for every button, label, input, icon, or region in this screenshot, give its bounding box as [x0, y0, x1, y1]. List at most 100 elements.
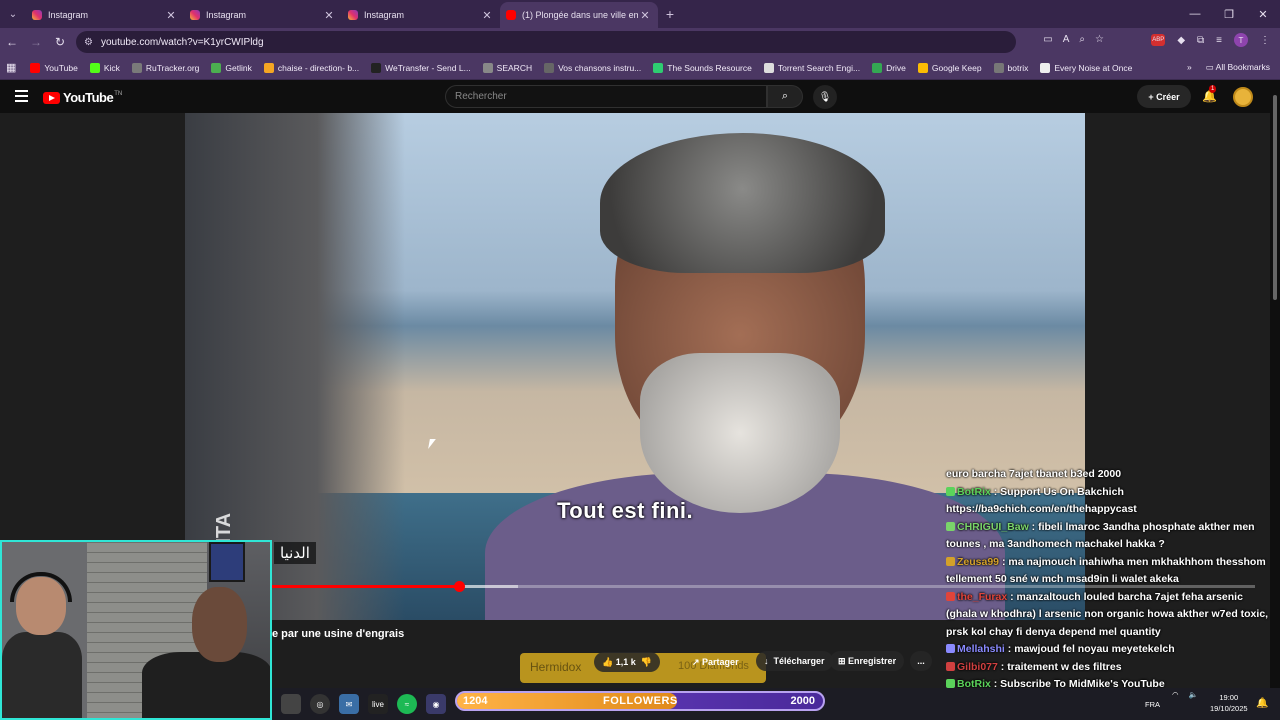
- tab-strip: ⌄ Instagram ✕ Instagram ✕ Instagram ✕ (1) Plon…: [0, 0, 1280, 28]
- bookmark-list: YouTube Kick RuTracker.org Getlink chaise - …: [30, 62, 1144, 73]
- more-actions-button[interactable]: ...: [910, 651, 932, 671]
- chat-badge-icon: [946, 556, 955, 566]
- taskbar-app-icon[interactable]: [281, 694, 301, 714]
- bookmark-item[interactable]: RuTracker.org: [131, 62, 199, 73]
- chat-message: Mellahshi : mawjoud fel noyau meyetekelc…: [946, 641, 1276, 659]
- bookmark-item[interactable]: Kick: [89, 62, 120, 73]
- share-button[interactable]: ↗ Partager: [684, 652, 747, 672]
- browser-tab[interactable]: Instagram ✕: [184, 2, 342, 28]
- adblock-icon[interactable]: ABP: [1151, 34, 1166, 46]
- search-icon[interactable]: ⌕: [767, 85, 803, 108]
- system-clock[interactable]: 19:00 19/10/2025: [1210, 692, 1248, 714]
- bookmark-item[interactable]: Getlink: [211, 62, 252, 73]
- bookmark-item[interactable]: Google Keep: [917, 62, 982, 73]
- live-icon[interactable]: live: [368, 694, 388, 714]
- tab-title: Instagram: [48, 10, 89, 20]
- volume-icon[interactable]: 🔈: [1189, 690, 1198, 699]
- bookmark-star-icon[interactable]: ☆: [1095, 34, 1104, 45]
- chat-message: Zeusa99 : ma najmouch inahiwha men mkhak…: [946, 554, 1276, 589]
- chat-message: the_Furax : manzaltouch louled barcha 7a…: [946, 589, 1276, 642]
- translate-icon[interactable]: A: [1063, 34, 1070, 45]
- hamburger-menu-icon[interactable]: [15, 90, 28, 102]
- bookmark-item[interactable]: chaise - direction- b...: [263, 62, 360, 73]
- close-tab-icon[interactable]: ✕: [638, 9, 652, 22]
- menu-dots-icon[interactable]: ⋮: [1260, 35, 1270, 46]
- bookmark-label: The Sounds Resource: [667, 62, 752, 73]
- forward-icon[interactable]: →: [24, 35, 48, 49]
- search-input[interactable]: Rechercher: [445, 85, 767, 108]
- bookmark-item[interactable]: Every Noise at Once: [1040, 62, 1132, 73]
- restore-icon[interactable]: ❐: [1212, 0, 1246, 28]
- chat-text: euro barcha 7ajet tbanet b3ed 2000: [946, 468, 1122, 480]
- close-window-icon[interactable]: ✕: [1246, 0, 1280, 28]
- save-button[interactable]: ⊞ Enregistrer: [830, 651, 905, 671]
- bookmark-favicon-icon: [872, 62, 883, 73]
- mail-icon[interactable]: ✉: [339, 694, 359, 714]
- close-tab-icon[interactable]: ✕: [322, 9, 336, 22]
- site-info-icon[interactable]: ⚙: [84, 37, 93, 48]
- bookmark-label: WeTransfer - Send L...: [385, 62, 471, 73]
- video-subtitle: Tout est fini.: [557, 498, 694, 523]
- bookmark-item[interactable]: Torrent Search Engi...: [763, 62, 860, 73]
- followers-goal-bar: 1204 FOLLOWERS 2000: [455, 691, 825, 711]
- bookmarks-overflow-icon[interactable]: »: [1187, 62, 1192, 73]
- bookmark-item[interactable]: WeTransfer - Send L...: [371, 62, 471, 73]
- like-button[interactable]: 👍 1,1 k 👎: [594, 652, 660, 672]
- chat-username: BotRix: [957, 485, 991, 498]
- chat-username: Gilbi077: [957, 660, 998, 673]
- window-controls: — ❐ ✕: [1178, 0, 1280, 28]
- all-bookmarks-link[interactable]: ▭ All Bookmarks: [1206, 62, 1270, 73]
- bookmark-item[interactable]: YouTube: [30, 62, 78, 73]
- chat-username: CHRIGUI_Baw: [957, 520, 1029, 533]
- cast-icon[interactable]: ▭: [1043, 34, 1052, 45]
- avatar[interactable]: [1233, 87, 1253, 107]
- chrome-icon[interactable]: ◉: [426, 694, 446, 714]
- wifi-icon[interactable]: ◠: [1172, 690, 1179, 699]
- close-tab-icon[interactable]: ✕: [480, 9, 494, 22]
- bookmark-favicon-icon: [30, 62, 41, 73]
- apps-grid-icon[interactable]: ▦: [6, 61, 16, 74]
- minimize-icon[interactable]: —: [1178, 0, 1212, 28]
- dislike-icon[interactable]: 👎: [641, 657, 652, 668]
- webcam-overlay: [0, 540, 272, 720]
- video-title: e par une usine d'engrais: [272, 628, 405, 640]
- reload-icon[interactable]: ↻: [48, 35, 72, 49]
- notification-center-icon[interactable]: 🔔: [1256, 698, 1268, 709]
- bookmark-label: chaise - direction- b...: [277, 62, 360, 73]
- download-button[interactable]: ↓ Télécharger: [756, 651, 833, 671]
- tab-search-button[interactable]: ⌄: [0, 0, 26, 28]
- bookmark-item[interactable]: The Sounds Resource: [653, 62, 752, 73]
- browser-tab[interactable]: Instagram ✕: [26, 2, 184, 28]
- extensions-puzzle-icon[interactable]: ⧉: [1197, 35, 1204, 46]
- bookmark-item[interactable]: Drive: [872, 62, 906, 73]
- create-button[interactable]: + Créer: [1137, 85, 1191, 108]
- youtube-logo[interactable]: YouTube TN: [43, 90, 122, 105]
- scrollbar-thumb[interactable]: [1273, 95, 1277, 300]
- media-control-icon[interactable]: ≡: [1216, 35, 1222, 46]
- progress-scrubber[interactable]: [453, 581, 465, 592]
- zoom-icon[interactable]: ⌕: [1079, 34, 1085, 45]
- bookmark-item[interactable]: SEARCH: [482, 62, 532, 73]
- notifications-bell-icon[interactable]: 🔔 1: [1202, 85, 1217, 103]
- url-field[interactable]: ⚙ youtube.com/watch?v=K1yrCWIPldg: [76, 31, 1016, 53]
- address-bar: ← → ↻ ⚙ youtube.com/watch?v=K1yrCWIPldg …: [0, 28, 1280, 56]
- back-icon[interactable]: ←: [0, 35, 24, 49]
- bookmark-favicon-icon: [653, 62, 664, 73]
- new-tab-button[interactable]: +: [658, 6, 682, 22]
- bookmark-favicon-icon: [763, 62, 774, 73]
- microphone-icon[interactable]: 🎙: [813, 85, 837, 109]
- browser-tab[interactable]: (1) Plongée dans une ville emp ✕: [500, 2, 658, 28]
- discord-icon[interactable]: ◎: [310, 694, 330, 714]
- chat-text: : mawjoud fel noyau meyetekelch: [1004, 643, 1175, 655]
- extension-diamond-icon[interactable]: ◆: [1177, 35, 1185, 46]
- bookmark-item[interactable]: Vos chansons instru...: [544, 62, 641, 73]
- webcam-person-right-body: [142, 652, 270, 718]
- spotify-icon[interactable]: ≈: [397, 694, 417, 714]
- bookmark-label: Google Keep: [931, 62, 982, 73]
- browser-tab[interactable]: Instagram ✕: [342, 2, 500, 28]
- profile-icon[interactable]: T: [1234, 33, 1248, 47]
- bookmark-item[interactable]: botrix: [993, 62, 1028, 73]
- close-tab-icon[interactable]: ✕: [164, 9, 178, 22]
- language-indicator[interactable]: FRA: [1145, 700, 1160, 709]
- youtube-icon: [506, 10, 516, 20]
